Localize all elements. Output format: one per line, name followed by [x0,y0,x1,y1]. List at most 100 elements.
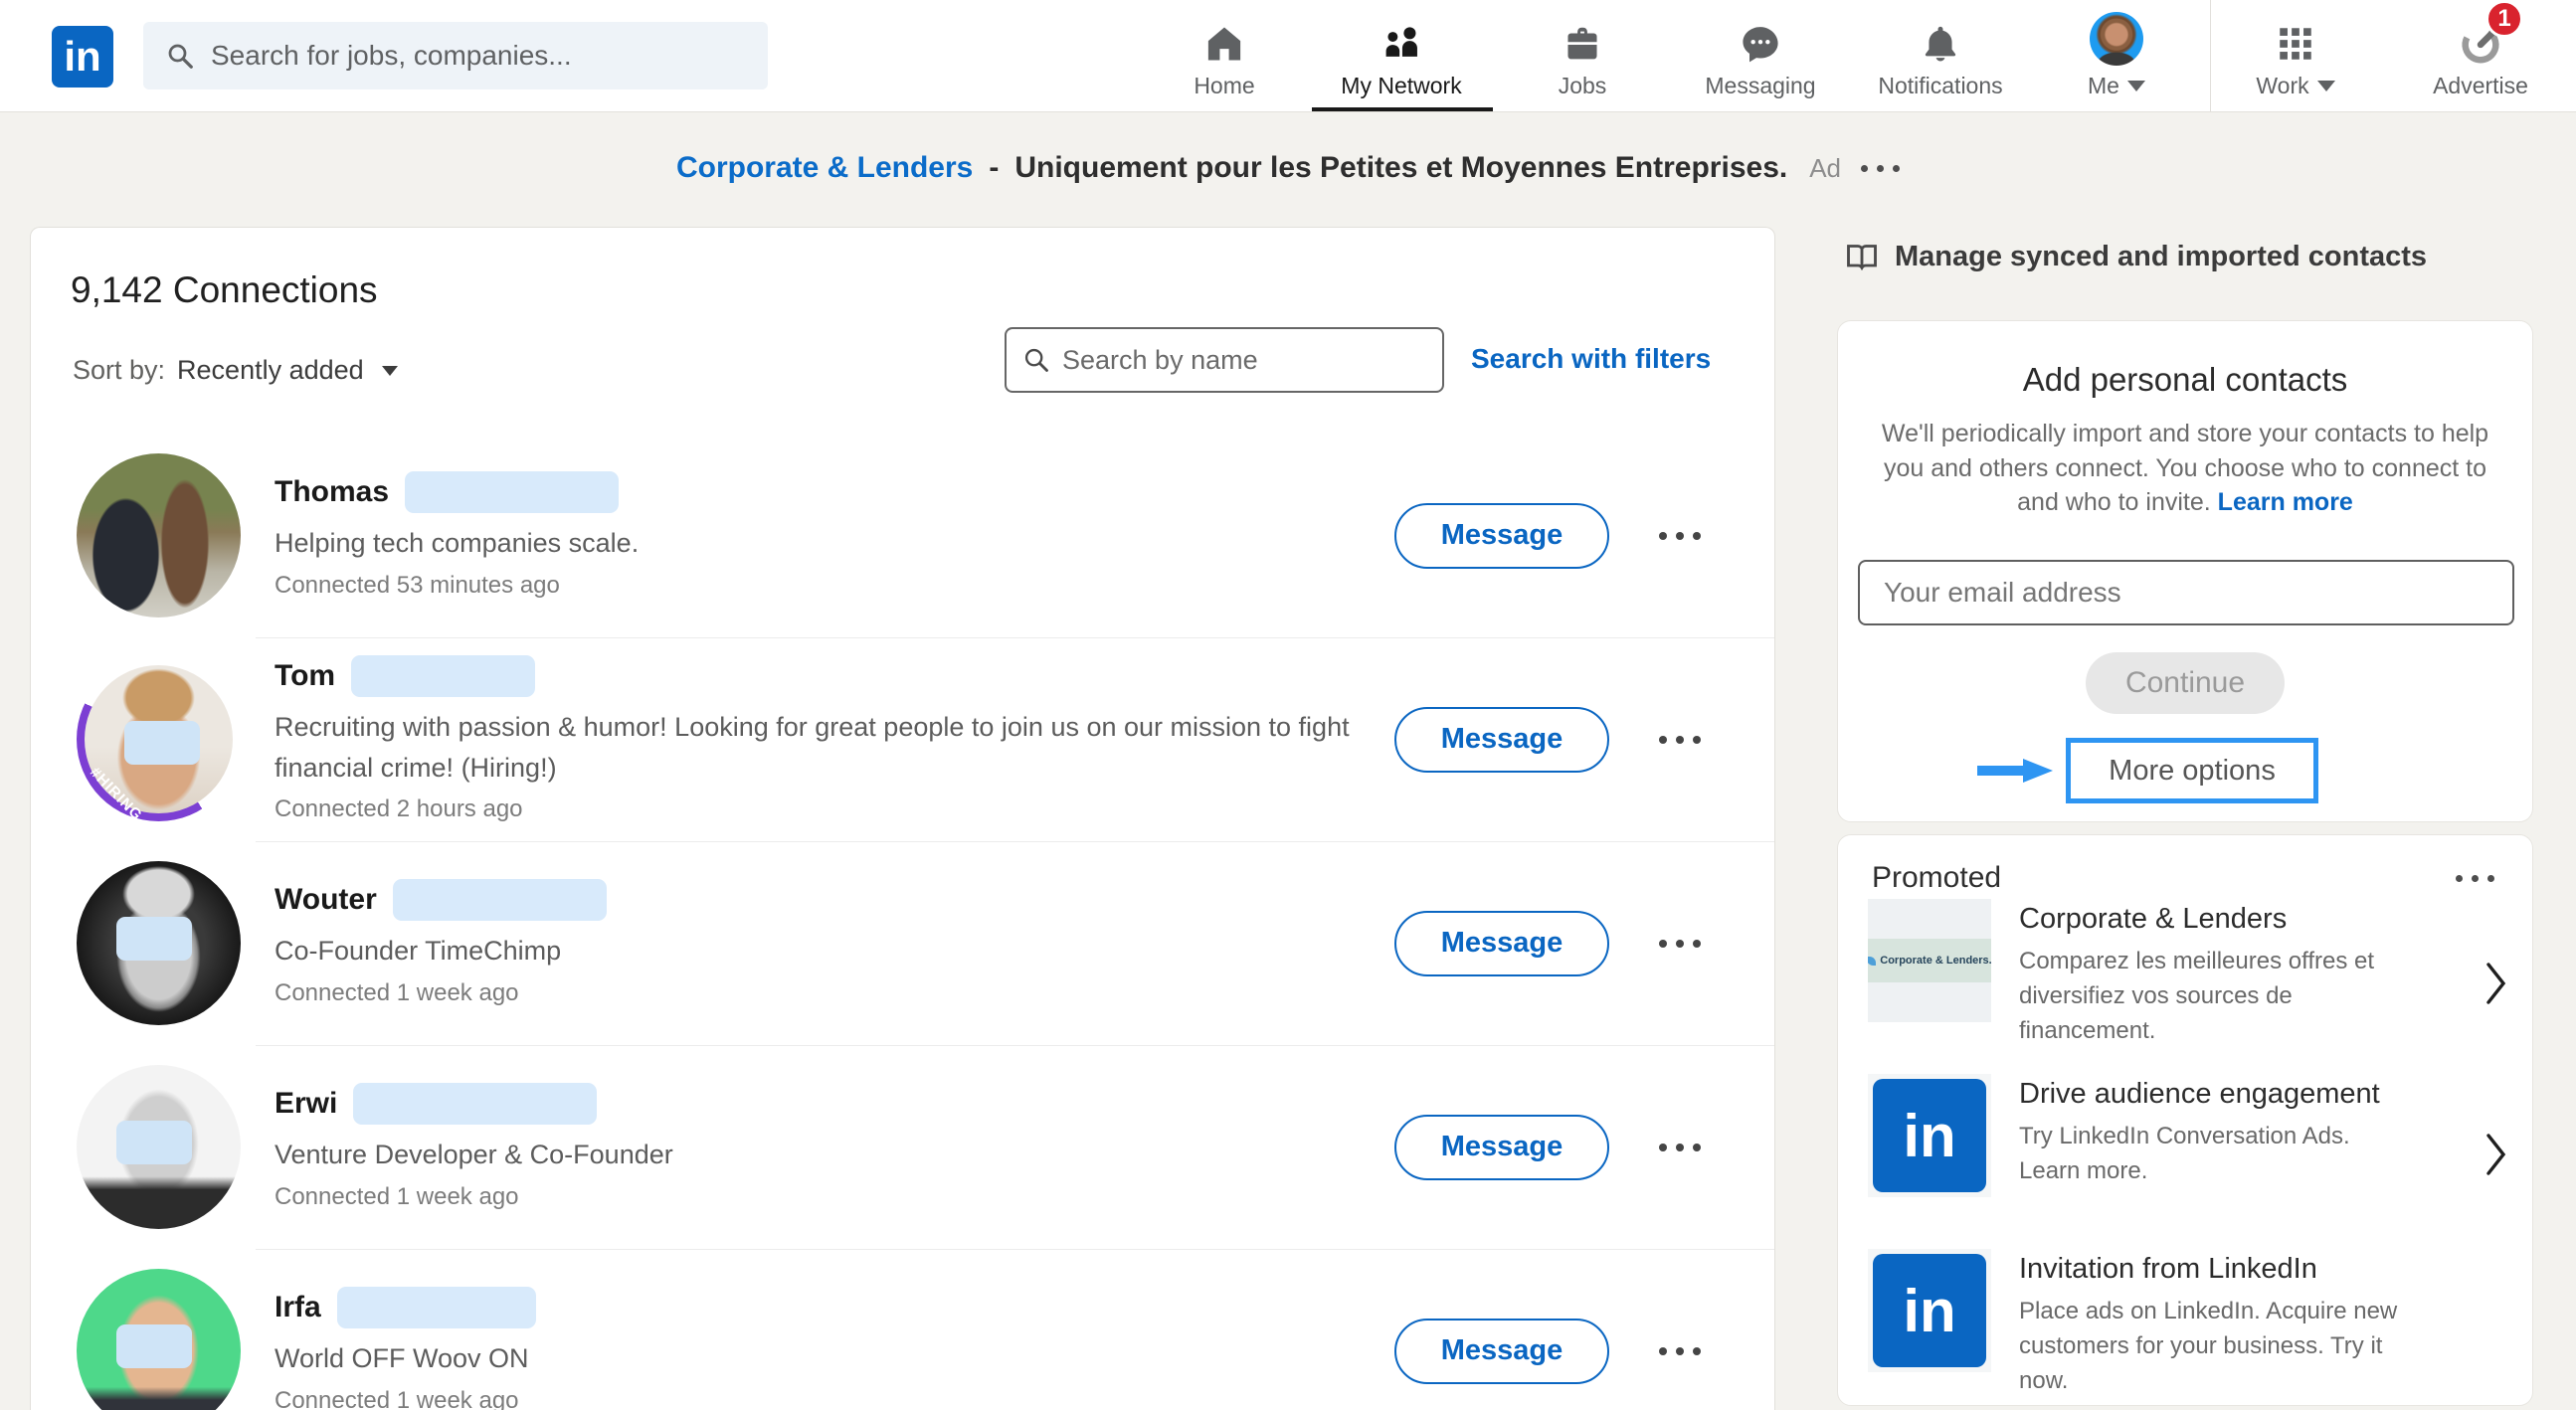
avatar[interactable] [77,1065,241,1229]
search-by-name[interactable] [1005,327,1444,393]
promoted-card: Promoted Corporate & Lenders. Corporate … [1837,834,2533,1406]
connection-row: Irfa World OFF Woov ON Connected 1 week … [31,1249,1774,1410]
message-button[interactable]: Message [1394,707,1609,773]
overflow-menu-icon[interactable] [1659,736,1701,744]
active-tab-underline [1312,107,1493,111]
add-contacts-description: We'll periodically import and store your… [1865,417,2505,520]
connection-time: Connected 53 minutes ago [275,572,1394,600]
chevron-down-icon [2127,81,2145,91]
sort-dropdown[interactable]: Sort by: Recently added [73,355,398,386]
nav-home[interactable]: Home [1125,12,1324,99]
avatar[interactable] [77,861,241,1025]
connection-name[interactable]: Wouter [275,883,377,917]
promoted-item-description: Comparez les meilleures offres et divers… [2019,945,2417,1048]
connection-time: Connected 1 week ago [275,1183,1394,1211]
manage-contacts-link[interactable]: Manage synced and imported contacts [1844,239,2427,274]
face-redaction [116,1324,192,1368]
overflow-menu-icon[interactable] [1659,940,1701,948]
search-with-filters-link[interactable]: Search with filters [1471,343,1711,375]
promoted-item-title: Invitation from LinkedIn [2019,1253,2417,1286]
avatar[interactable] [77,453,241,617]
connection-name[interactable]: Tom [275,659,335,693]
chevron-right-icon[interactable] [2484,1132,2508,1177]
connection-name[interactable]: Irfa [275,1291,321,1324]
sort-value: Recently added [177,355,364,386]
nav-jobs[interactable]: Jobs [1483,12,1682,99]
connection-headline: Venture Developer & Co-Founder [275,1135,1394,1175]
nav-label: My Network [1341,73,1461,99]
jobs-icon [1562,12,1603,66]
face-redaction [116,917,192,961]
connection-time: Connected 1 week ago [275,1387,1394,1410]
connection-name[interactable]: Erwi [275,1087,337,1121]
global-search[interactable] [143,22,768,89]
email-field[interactable] [1858,560,2514,625]
ad-banner: Corporate & Lenders - Uniquement pour le… [0,112,2576,224]
ad-banner-brand-link[interactable]: Corporate & Lenders [676,151,973,185]
nav-messaging[interactable]: Messaging [1661,12,1860,99]
advertise-gauge-icon: 1 [2458,12,2503,66]
message-button[interactable]: Message [1394,1319,1609,1384]
face-redaction [116,1121,192,1164]
nav-label: Home [1194,73,1254,99]
connection-row: Wouter Co-Founder TimeChimp Connected 1 … [31,841,1774,1045]
message-button[interactable]: Message [1394,1115,1609,1180]
promoted-item-description: Place ads on LinkedIn. Acquire new custo… [2019,1295,2417,1398]
chevron-right-icon[interactable] [2484,961,2508,1006]
nav-label: Jobs [1559,73,1607,99]
messaging-icon [1739,12,1782,66]
message-button[interactable]: Message [1394,503,1609,569]
connection-headline: Recruiting with passion & humor! Looking… [275,707,1394,788]
promoted-item[interactable]: in Invitation from LinkedIn Place ads on… [1868,1249,2463,1398]
nav-work[interactable]: Work [2196,12,2395,99]
work-grid-icon [2275,12,2316,66]
connections-card: 9,142 Connections Sort by: Recently adde… [30,227,1775,1410]
name-redaction [351,655,535,697]
manage-contacts-label: Manage synced and imported contacts [1895,241,2427,273]
overflow-menu-icon[interactable] [1659,532,1701,540]
avatar[interactable]: #HIRING [77,657,241,821]
search-by-name-input[interactable] [1062,345,1426,376]
continue-button[interactable]: Continue [2086,652,2285,714]
name-redaction [337,1287,536,1328]
more-options-button[interactable]: More options [2066,738,2318,803]
learn-more-link[interactable]: Learn more [2218,488,2353,516]
overflow-menu-icon[interactable] [2456,875,2494,882]
connection-time: Connected 2 hours ago [275,795,1394,823]
connections-list: Thomas Helping tech companies scale. Con… [31,434,1774,1410]
nav-advertise[interactable]: 1 Advertise [2381,12,2576,99]
chevron-down-icon [2317,81,2335,91]
linkedin-logo[interactable]: in [52,26,113,88]
overflow-menu-icon[interactable] [1659,1347,1701,1355]
overflow-menu-icon[interactable] [1861,165,1900,172]
connection-row: Thomas Helping tech companies scale. Con… [31,434,1774,637]
ad-banner-text: Uniquement pour les Petites et Moyennes … [1014,151,1787,185]
connection-headline: Helping tech companies scale. [275,523,1394,564]
linkedin-logo-thumbnail: in [1868,1249,1991,1372]
promoted-item[interactable]: in Drive audience engagement Try LinkedI… [1868,1074,2463,1197]
connection-headline: Co-Founder TimeChimp [275,931,1394,971]
home-icon [1202,12,1246,66]
nav-my-network[interactable]: My Network [1302,12,1501,99]
book-icon [1844,239,1880,274]
global-search-input[interactable] [211,40,746,72]
promoted-item-description: Try LinkedIn Conversation Ads. Learn mor… [2019,1120,2417,1189]
promoted-item[interactable]: Corporate & Lenders. Corporate & Lenders… [1868,899,2463,1048]
me-avatar [2090,12,2143,66]
sort-label: Sort by: [73,355,165,386]
notification-badge: 1 [2485,0,2523,38]
message-button[interactable]: Message [1394,911,1609,976]
ad-banner-separator: - [989,151,999,185]
face-redaction [124,721,200,765]
avatar[interactable] [77,1269,241,1410]
annotation-arrow-icon [1975,757,2057,785]
nav-me[interactable]: Me [2017,12,2216,99]
name-redaction [405,471,619,513]
name-redaction [353,1083,597,1125]
connection-name[interactable]: Thomas [275,475,389,509]
nav-notifications[interactable]: Notifications [1841,12,2040,99]
promoted-title: Promoted [1872,861,2001,895]
connection-row: #HIRING Tom Recruiting with passion & hu… [31,637,1774,841]
linkedin-logo-thumbnail: in [1868,1074,1991,1197]
overflow-menu-icon[interactable] [1659,1144,1701,1151]
